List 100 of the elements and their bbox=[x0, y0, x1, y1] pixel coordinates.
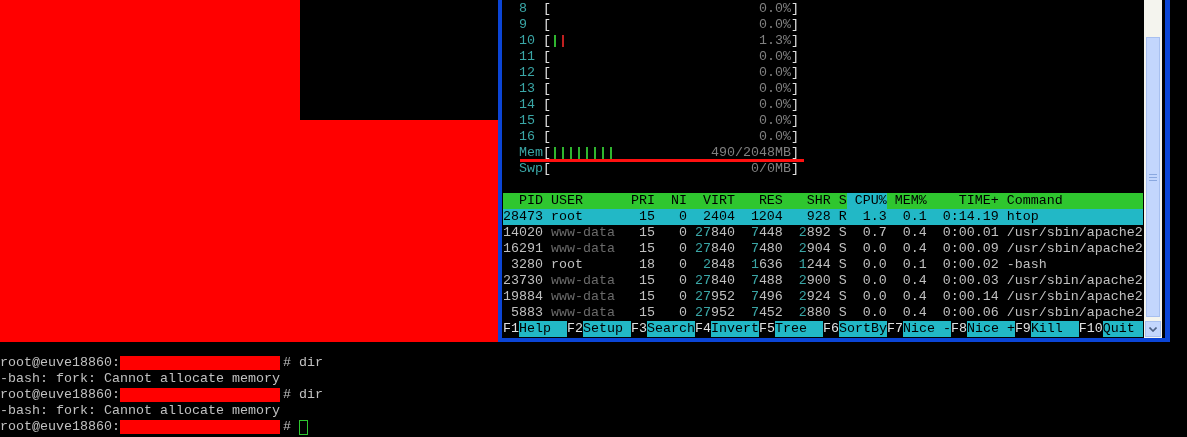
column-header[interactable]: Command bbox=[998, 193, 1143, 209]
table-cell-text: 27952 bbox=[693, 289, 735, 305]
table-cell-text: 0.4 bbox=[901, 289, 927, 305]
output-text: -bash: fork: Cannot allocate memory bbox=[0, 403, 280, 419]
meter-label: Mem bbox=[519, 145, 543, 161]
column-header[interactable]: NI bbox=[654, 193, 687, 209]
table-cell-text: S bbox=[837, 225, 847, 241]
table-cell-text: root bbox=[549, 209, 584, 225]
meter-bracket: [ bbox=[542, 33, 551, 49]
table-cell: 28473 bbox=[503, 209, 543, 225]
table-cell-text: 0:00.09 bbox=[941, 241, 999, 257]
function-key-button[interactable]: Setup bbox=[583, 321, 631, 337]
table-cell-text: 15 bbox=[637, 289, 655, 305]
key-hint: F6 bbox=[822, 321, 839, 337]
table-cell-text: S bbox=[837, 289, 847, 305]
meter-bracket: ] bbox=[790, 161, 799, 177]
command-text: # bbox=[283, 419, 291, 435]
meter-value: 490/2048MB bbox=[710, 145, 791, 161]
output-text: -bash: fork: Cannot allocate memory bbox=[0, 371, 280, 387]
command-text: # dir bbox=[283, 387, 323, 403]
table-cell-text: 27840 bbox=[693, 225, 735, 241]
table-cell-text: 0 bbox=[677, 241, 687, 257]
table-cell-text: S bbox=[837, 273, 847, 289]
function-key-button[interactable]: Quit bbox=[1102, 321, 1143, 337]
meter-bracket: ] bbox=[790, 1, 799, 17]
meter-bracket: ] bbox=[790, 81, 799, 97]
table-cell-text: 2404 bbox=[701, 209, 735, 225]
function-key-button[interactable]: Help bbox=[519, 321, 567, 337]
table-cell-text: 7496 bbox=[749, 289, 783, 305]
column-header[interactable]: TIME+ bbox=[926, 193, 999, 209]
key-hint: F10 bbox=[1078, 321, 1103, 337]
column-header[interactable]: SHR bbox=[782, 193, 831, 209]
process-row[interactable]: 23730 www-data 15 0 27840 7488 2900 S 0.0 0.4 0:00.03 /usr/sbin/apache2 bbox=[503, 273, 1143, 289]
key-hint: F1 bbox=[503, 321, 519, 337]
function-key-button[interactable]: Nice + bbox=[966, 321, 1015, 337]
column-header[interactable]: USER bbox=[543, 193, 631, 209]
table-cell-text: 7488 bbox=[749, 273, 783, 289]
meter-bracket: [ bbox=[542, 49, 551, 65]
table-cell: 19884 bbox=[503, 289, 543, 305]
process-row[interactable]: 19884 www-data 15 0 27952 7496 2924 S 0.0 0.4 0:00.14 /usr/sbin/apache2 bbox=[503, 289, 1143, 305]
meter-bracket: ] bbox=[790, 17, 799, 33]
column-header[interactable]: S bbox=[830, 193, 847, 209]
process-row[interactable]: 14020 www-data 15 0 27840 7448 2892 S 0.7 0.4 0:00.01 /usr/sbin/apache2 bbox=[503, 225, 1143, 241]
meter-bracket: [ bbox=[542, 1, 551, 17]
table-cell-text: 0.4 bbox=[901, 273, 927, 289]
process-row[interactable]: 5883 www-data 15 0 27952 7452 2880 S 0.0 0.4 0:00.06 /usr/sbin/apache2 bbox=[503, 305, 1143, 321]
table-cell-text: www-data bbox=[549, 273, 616, 289]
key-hint: F3 bbox=[630, 321, 647, 337]
meter-value: 0.0% bbox=[758, 113, 791, 129]
meter-label: 11 bbox=[519, 49, 536, 65]
function-key-button[interactable]: Tree bbox=[774, 321, 823, 337]
table-cell-text: 2904 bbox=[797, 241, 831, 257]
table-cell-text: 2880 bbox=[797, 305, 831, 321]
process-row[interactable]: 3280 root 18 0 2848 1636 1244 S 0.0 0.1 0:00.02 -bash bbox=[503, 257, 1143, 273]
process-row[interactable]: 16291 www-data 15 0 27840 7480 2904 S 0.0 0.4 0:00.09 /usr/sbin/apache2 bbox=[503, 241, 1143, 257]
table-cell: 23730 bbox=[503, 273, 543, 289]
function-key-button[interactable]: Search bbox=[646, 321, 695, 337]
table-cell-text: 928 bbox=[805, 209, 831, 225]
column-header[interactable]: PID bbox=[503, 193, 543, 209]
scrollbar[interactable] bbox=[1144, 0, 1162, 338]
process-row[interactable]: 28473 root 15 0 2404 1204 928 R 1.3 0.1 0:14.19 htop bbox=[503, 209, 1143, 225]
table-cell-text: 15 bbox=[637, 209, 655, 225]
table-cell-text: htop bbox=[1005, 209, 1040, 225]
table-cell-text: /usr/sbin/apache2 bbox=[1005, 305, 1143, 321]
meter-bracket: [ bbox=[542, 145, 551, 161]
column-header[interactable]: CPU% bbox=[846, 193, 887, 209]
function-key-button[interactable]: Kill bbox=[1030, 321, 1079, 337]
column-header[interactable]: RES bbox=[734, 193, 783, 209]
meter-value: 0.0% bbox=[758, 81, 791, 97]
table-cell-text: 0:14.19 bbox=[941, 209, 999, 225]
key-hint: F2 bbox=[567, 321, 583, 337]
meter-label: 13 bbox=[519, 81, 536, 97]
table-cell-text: 0 bbox=[677, 273, 687, 289]
table-cell-text: S bbox=[837, 241, 847, 257]
table-cell-text: 0.1 bbox=[901, 257, 927, 273]
table-cell-text: www-data bbox=[549, 241, 616, 257]
column-header[interactable]: PRI bbox=[630, 193, 655, 209]
scrollbar-thumb[interactable] bbox=[1146, 37, 1160, 317]
meter-label: 16 bbox=[519, 129, 536, 145]
table-cell-text: 0:00.14 bbox=[941, 289, 999, 305]
prompt-text: root@euve18860: bbox=[0, 419, 120, 435]
table-cell-text: 3280 bbox=[510, 257, 543, 273]
column-header[interactable]: VIRT bbox=[686, 193, 735, 209]
meter-label: 12 bbox=[519, 65, 536, 81]
meter-bracket: ] bbox=[790, 65, 799, 81]
table-cell-text: 15 bbox=[637, 273, 655, 289]
table-cell-text: www-data bbox=[549, 225, 616, 241]
key-hint: F8 bbox=[950, 321, 967, 337]
scroll-down-button[interactable] bbox=[1145, 321, 1161, 337]
meter-label: 8 bbox=[519, 1, 528, 17]
meter-bracket: [ bbox=[542, 113, 551, 129]
table-cell-text: R bbox=[837, 209, 847, 225]
function-key-button[interactable]: Nice - bbox=[902, 321, 951, 337]
column-header[interactable]: MEM% bbox=[886, 193, 927, 209]
table-cell-text: 1244 bbox=[797, 257, 831, 273]
table-cell-text: 27952 bbox=[693, 305, 735, 321]
table-cell-text: 0.0 bbox=[861, 273, 887, 289]
meter-bracket: ] bbox=[790, 129, 799, 145]
meter-bracket: ] bbox=[790, 113, 799, 129]
function-key-button[interactable]: SortBy bbox=[838, 321, 887, 337]
